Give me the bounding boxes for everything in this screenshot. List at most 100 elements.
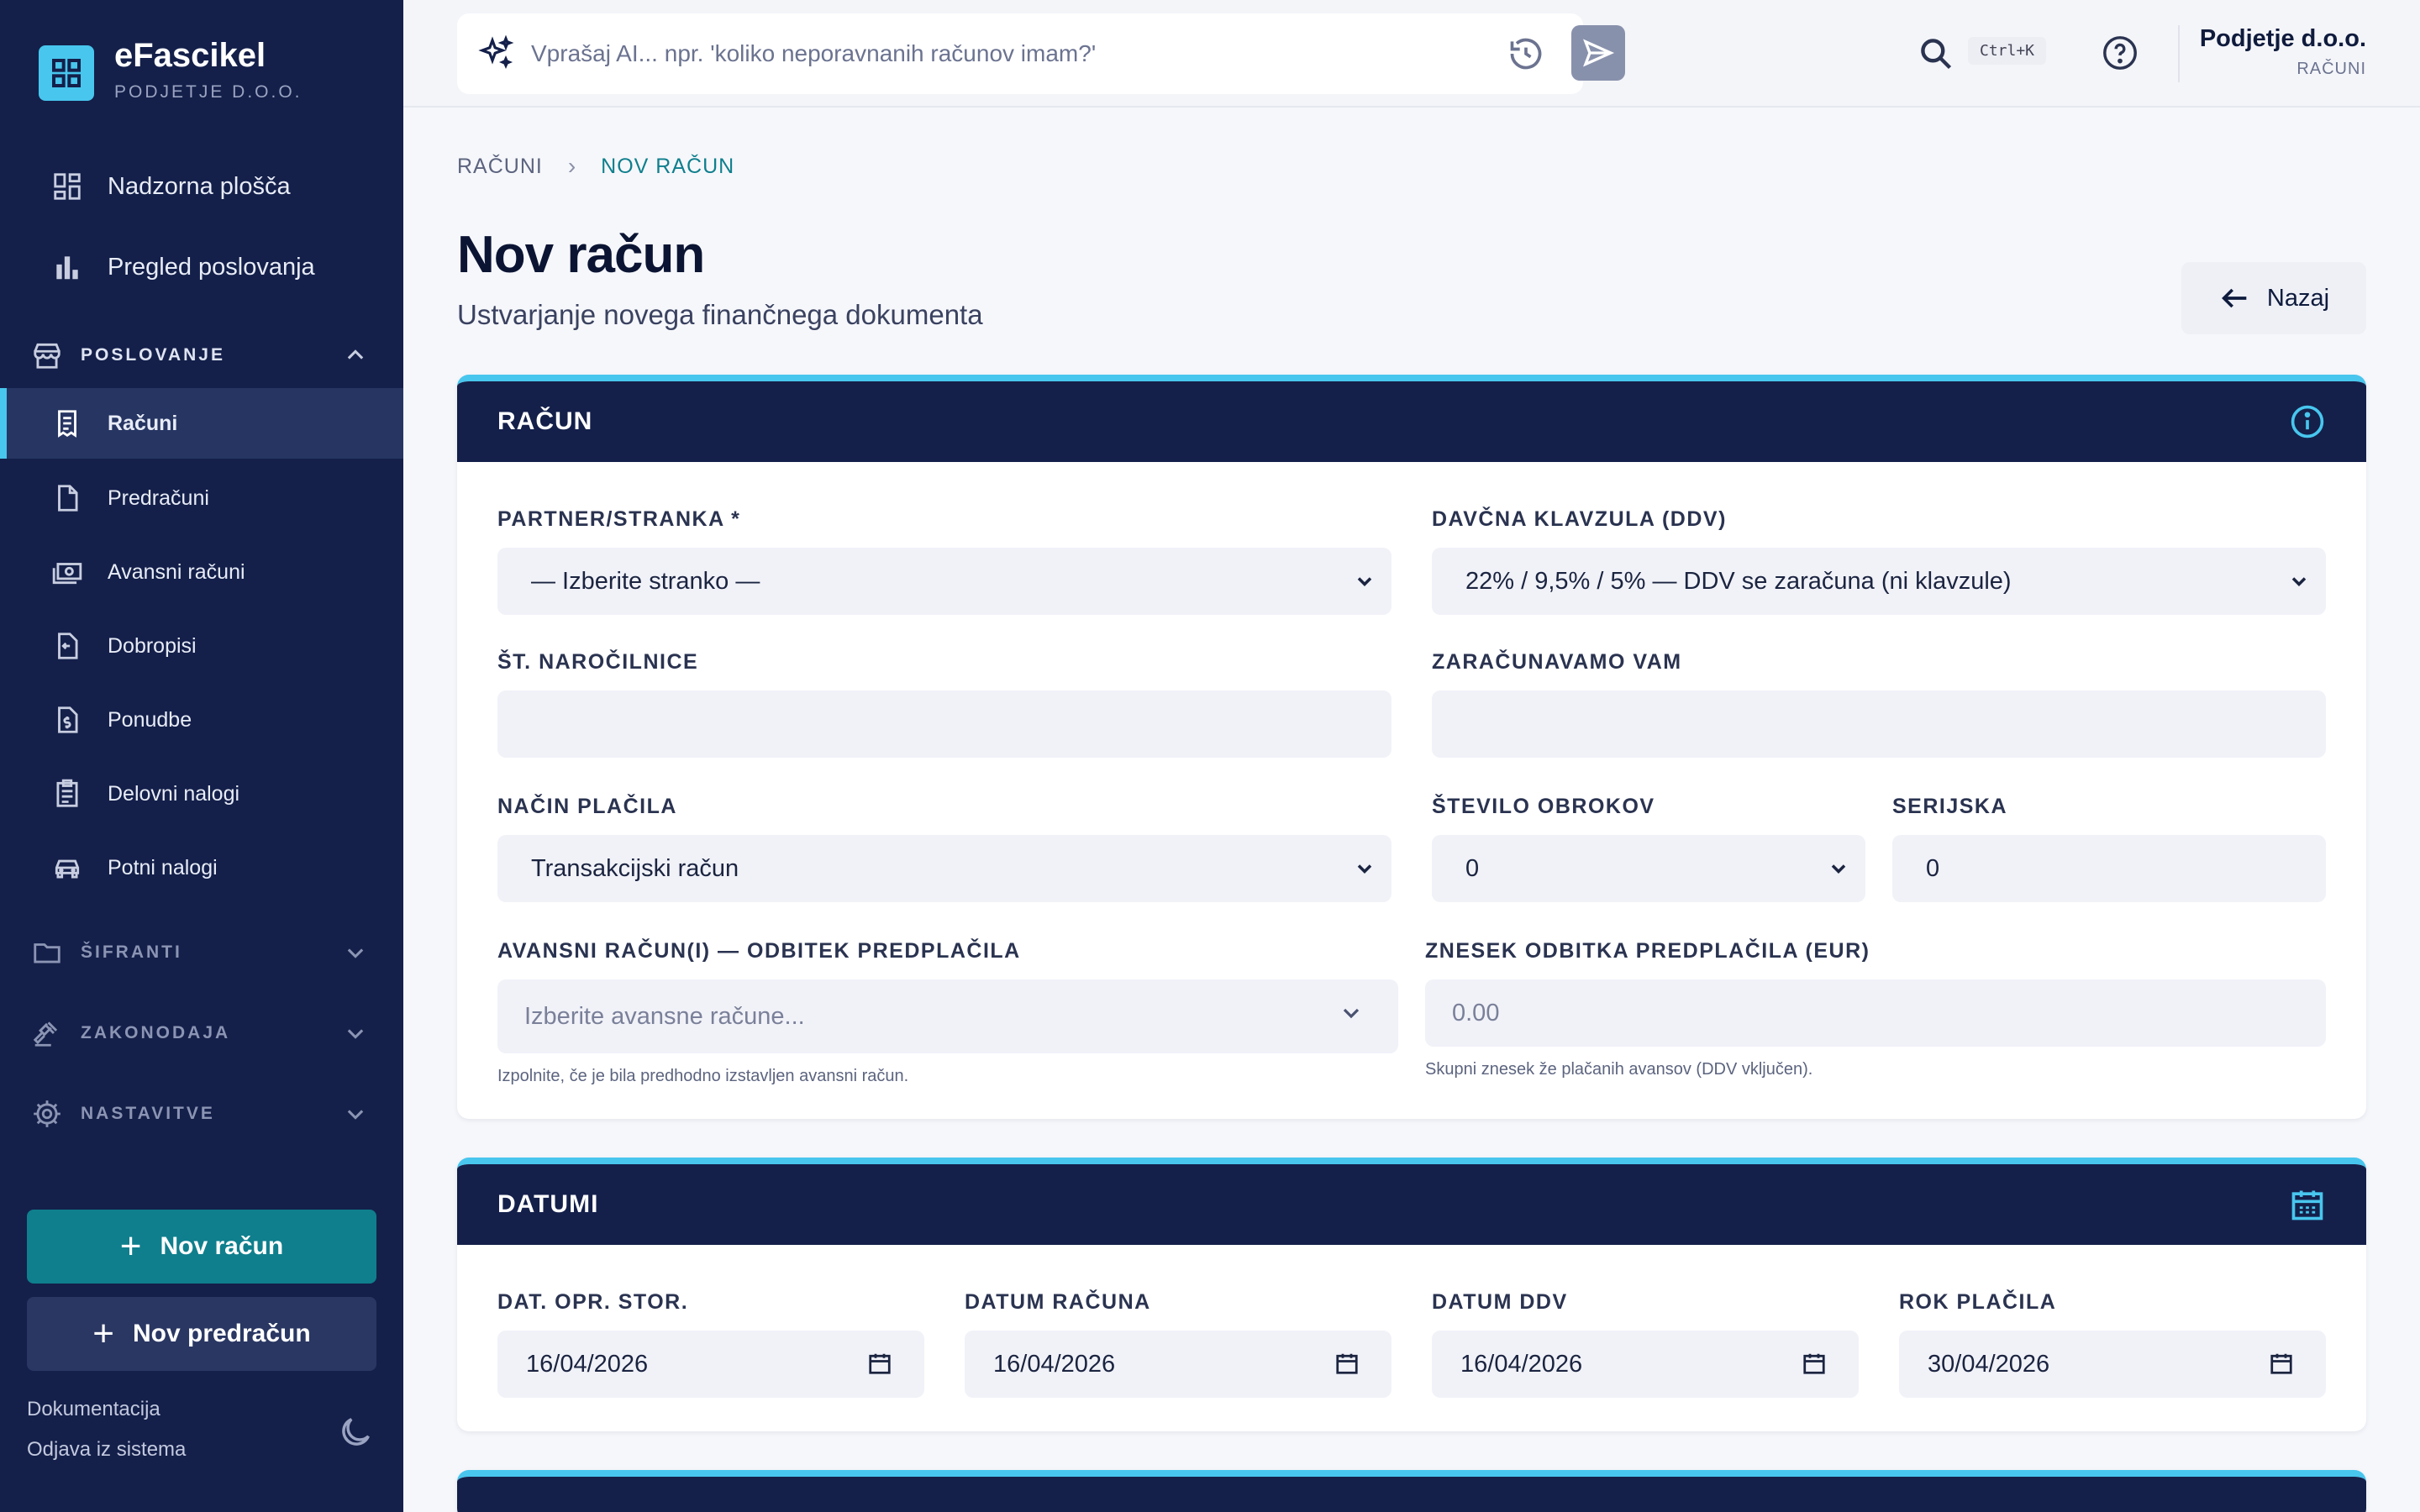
new-proforma-button[interactable]: + Nov predračun: [27, 1297, 376, 1371]
sidebar-section-poslovanje[interactable]: POSLOVANJE: [0, 326, 403, 385]
app-logo-icon[interactable]: [39, 45, 94, 101]
documentation-link[interactable]: Dokumentacija: [27, 1398, 160, 1421]
sidebar-item-label: Dobropisi: [108, 633, 197, 658]
info-icon[interactable]: [2289, 403, 2326, 440]
invoice-card: RAČUN PARTNER/STRANKA * — Izberite stran…: [457, 375, 2366, 1119]
calendar-icon[interactable]: [2289, 1186, 2326, 1223]
due-date-value: 30/04/2026: [1928, 1350, 2050, 1378]
sidebar-item-ponudbe[interactable]: Ponudbe: [0, 685, 403, 755]
section-label: NASTAVITVE: [81, 1104, 215, 1123]
sidebar: eFascikel PODJETJE D.O.O. Nadzorna plošč…: [0, 0, 403, 1512]
invoice-card-header: RAČUN: [457, 381, 2366, 462]
history-icon[interactable]: [1507, 35, 1544, 72]
due-date-input[interactable]: 30/04/2026: [1899, 1331, 2326, 1398]
calendar-icon[interactable]: [1334, 1351, 1360, 1376]
sidebar-item-dashboard[interactable]: Nadzorna plošča: [0, 153, 403, 220]
serial-input[interactable]: 0: [1892, 835, 2326, 902]
back-button[interactable]: Nazaj: [2181, 262, 2366, 334]
topbar-divider: [2178, 25, 2180, 82]
document-icon: [50, 481, 84, 515]
arrow-left-icon: [2221, 288, 2247, 308]
breadcrumb: RAČUNI › NOV RAČUN: [457, 153, 734, 180]
vat-clause-value: 22% / 9,5% / 5% — DDV se zaračuna (ni kl…: [1465, 567, 2012, 595]
sidebar-section-nastavitve[interactable]: NASTAVITVE: [0, 1084, 403, 1143]
ai-ask-bar: [457, 13, 1625, 94]
new-proforma-label: Nov predračun: [132, 1320, 311, 1347]
partner-value: — Izberite stranko —: [531, 567, 760, 595]
due-date-label: ROK PLAČILA: [1899, 1290, 2057, 1314]
chevron-down-icon: [1343, 1008, 1360, 1019]
clipboard-icon: [50, 777, 84, 811]
sidebar-item-label: Delovni nalogi: [108, 781, 240, 806]
service-date-value: 16/04/2026: [526, 1350, 649, 1378]
vat-date-input[interactable]: 16/04/2026: [1432, 1331, 1859, 1398]
calendar-icon[interactable]: [867, 1351, 892, 1376]
company-context: RAČUNI: [2296, 60, 2366, 78]
section-label: POSLOVANJE: [81, 345, 225, 365]
invoice-date-value: 16/04/2026: [993, 1350, 1116, 1378]
order-number-input[interactable]: [497, 690, 1392, 758]
send-button[interactable]: [1571, 25, 1625, 81]
vat-date-label: DATUM DDV: [1432, 1290, 1568, 1314]
sidebar-item-potni-nalogi[interactable]: Potni nalogi: [0, 832, 403, 903]
ai-ask-input[interactable]: [531, 32, 1371, 76]
advance-invoices-select[interactable]: Izberite avansne račune...: [497, 979, 1398, 1053]
help-icon[interactable]: [2101, 34, 2139, 72]
chevron-down-icon: [341, 938, 370, 967]
sidebar-item-avansni-racuni[interactable]: Avansni računi: [0, 537, 403, 607]
chevron-down-icon: [1831, 864, 1846, 874]
payment-method-select[interactable]: Transakcijski račun: [497, 835, 1392, 902]
charge-label: ZARAČUNAVAMO VAM: [1432, 650, 1682, 674]
partner-label: PARTNER/STRANKA *: [497, 507, 741, 531]
service-date-label: DAT. OPR. STOR.: [497, 1290, 689, 1314]
vat-clause-select[interactable]: 22% / 9,5% / 5% — DDV se zaračuna (ni kl…: [1432, 548, 2326, 615]
sidebar-section-sifranti[interactable]: ŠIFRANTI: [0, 923, 403, 982]
sidebar-item-delovni-nalogi[interactable]: Delovni nalogi: [0, 759, 403, 829]
breadcrumb-parent[interactable]: RAČUNI: [457, 155, 543, 179]
invoice-date-input[interactable]: 16/04/2026: [965, 1331, 1392, 1398]
search-icon[interactable]: [1918, 35, 1954, 72]
new-invoice-button[interactable]: + Nov račun: [27, 1210, 376, 1284]
back-label: Nazaj: [2266, 284, 2330, 312]
sidebar-item-label: Nadzorna plošča: [108, 172, 291, 200]
sidebar-item-racuni[interactable]: Računi: [0, 388, 403, 459]
new-invoice-label: Nov račun: [160, 1232, 284, 1260]
calendar-icon[interactable]: [2269, 1351, 2294, 1376]
advance-invoices-hint: Izpolnite, če je bila predhodno izstavlj…: [497, 1067, 909, 1085]
topbar: Ctrl+K Podjetje d.o.o. RAČUNI: [403, 0, 2420, 108]
sidebar-item-predracuni[interactable]: Predračuni: [0, 463, 403, 533]
section-label: ZAKONODAJA: [81, 1023, 231, 1042]
partner-select[interactable]: — Izberite stranko —: [497, 548, 1392, 615]
offer-icon: [50, 703, 84, 737]
sidebar-item-label: Predračuni: [108, 486, 209, 510]
advance-invoices-placeholder: Izberite avansne račune...: [524, 1002, 805, 1030]
page-title: Nov račun: [457, 226, 705, 284]
car-icon: [50, 851, 84, 885]
invoice-card-title: RAČUN: [497, 407, 593, 435]
deduction-amount-hint: Skupni znesek že plačanih avansov (DDV v…: [1425, 1060, 1813, 1079]
logout-link[interactable]: Odjava iz sistema: [27, 1438, 186, 1462]
deduction-amount-input[interactable]: 0.00: [1425, 979, 2326, 1047]
bar-chart-icon: [50, 250, 84, 284]
payment-method-label: NAČIN PLAČILA: [497, 795, 677, 818]
chevron-down-icon: [341, 1100, 370, 1128]
service-date-input[interactable]: 16/04/2026: [497, 1331, 924, 1398]
calendar-icon[interactable]: [1802, 1351, 1827, 1376]
gear-icon: [30, 1097, 64, 1131]
money-icon: [50, 555, 84, 589]
ai-sparkle-icon: [476, 34, 516, 74]
company-switcher[interactable]: Podjetje d.o.o. RAČUNI: [2200, 25, 2366, 79]
vat-clause-label: DAVČNA KLAVZULA (DDV): [1432, 507, 1727, 531]
sidebar-item-business-overview[interactable]: Pregled poslovanja: [0, 234, 403, 301]
charge-input[interactable]: [1432, 690, 2326, 758]
advance-invoices-label: AVANSNI RAČUN(I) — ODBITEK PREDPLAČILA: [497, 939, 1021, 963]
app-brand-subtitle: PODJETJE D.O.O.: [114, 82, 302, 102]
chevron-down-icon: [1357, 864, 1372, 874]
sidebar-item-label: Ponudbe: [108, 707, 192, 732]
sidebar-item-dobropisi[interactable]: Dobropisi: [0, 611, 403, 681]
dates-card-header: DATUMI: [457, 1164, 2366, 1245]
dark-mode-moon-icon[interactable]: [336, 1413, 375, 1452]
sidebar-item-label: Avansni računi: [108, 559, 245, 584]
sidebar-section-zakonodaja[interactable]: ZAKONODAJA: [0, 1004, 403, 1063]
installments-select[interactable]: 0: [1432, 835, 1865, 902]
